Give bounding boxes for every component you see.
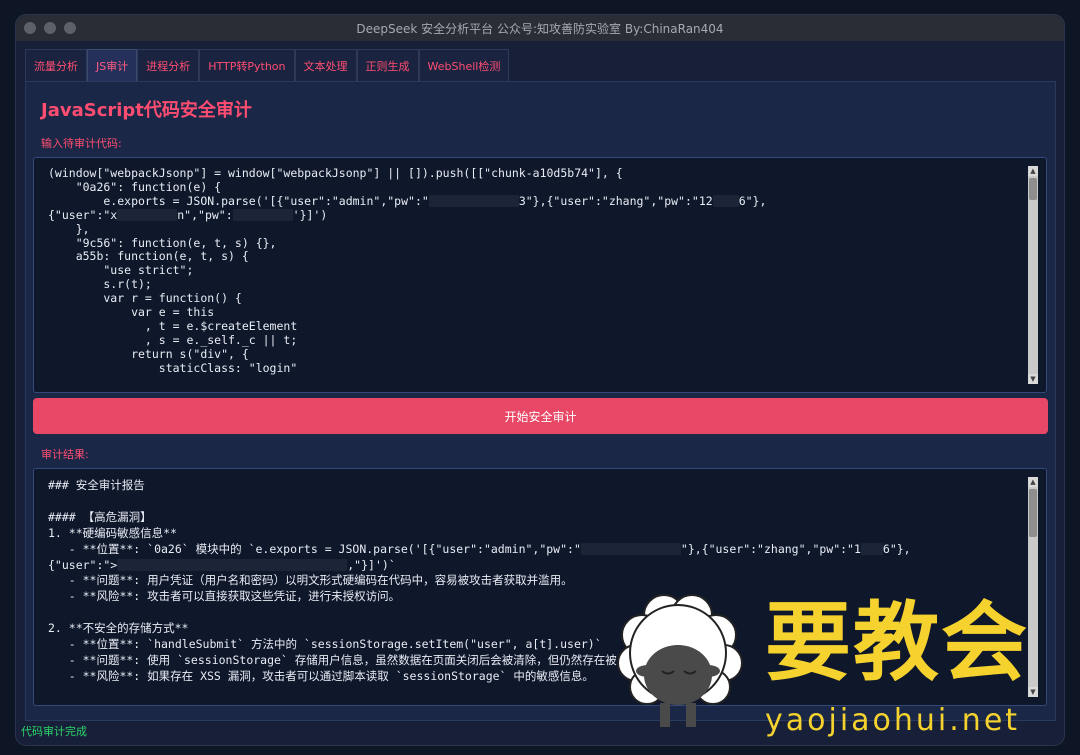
title-bar: DeepSeek 安全分析平台 公众号:知攻善防实验室 By:ChinaRan4… [16,15,1064,41]
tab-traffic-analysis[interactable]: 流量分析 [25,49,87,81]
tab-process-analysis[interactable]: 进程分析 [137,49,200,81]
watermark-url: yaojiaohui.net [765,703,1021,738]
code-text: (window["webpackJsonp"] = window["webpac… [48,166,767,375]
watermark-text: 要教会 [765,592,1029,693]
code-input[interactable]: (window["webpackJsonp"] = window["webpac… [33,157,1047,393]
tab-js-audit[interactable]: JS审计 [87,49,138,81]
start-audit-button[interactable]: 开始安全审计 [33,398,1048,434]
tab-text-processing[interactable]: 文本处理 [294,49,357,81]
maximize-window-button[interactable] [64,22,76,34]
result-label: 审计结果: [41,448,89,461]
close-window-button[interactable] [24,22,36,34]
sheep-logo-icon [617,594,743,727]
scroll-up-icon[interactable]: ▲ [1028,477,1038,487]
tab-webshell-detection[interactable]: WebShell检测 [418,49,510,81]
minimize-window-button[interactable] [44,22,56,34]
scroll-up-icon[interactable]: ▲ [1028,166,1038,176]
scroll-thumb[interactable] [1029,489,1037,537]
scroll-down-icon[interactable]: ▼ [1028,374,1038,384]
input-label: 输入待审计代码: [41,137,122,150]
window-title: DeepSeek 安全分析平台 公众号:知攻善防实验室 By:ChinaRan4… [356,21,724,36]
page-title: JavaScript代码安全审计 [41,100,252,121]
window-controls [24,22,76,34]
tab-regex-generation[interactable]: 正则生成 [356,49,419,81]
code-scrollbar[interactable]: ▲ ▼ [1028,166,1038,384]
tab-http-to-python[interactable]: HTTP转Python [199,49,295,81]
tab-bar: 流量分析 JS审计 进程分析 HTTP转Python 文本处理 正则生成 Web… [25,49,510,81]
scroll-thumb[interactable] [1029,178,1037,200]
watermark: 要教会 yaojiaohui.net [602,583,1072,748]
status-text: 代码审计完成 [21,725,87,738]
